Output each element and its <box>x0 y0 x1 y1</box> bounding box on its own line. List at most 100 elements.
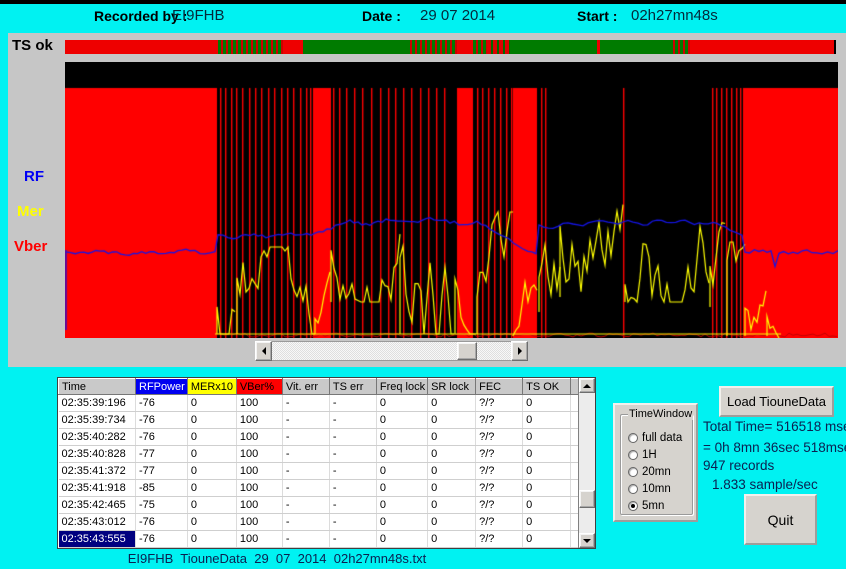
table-cell[interactable]: ?/? <box>476 429 523 446</box>
table-cell[interactable]: - <box>282 446 329 463</box>
chart-scrollbar-track[interactable] <box>255 341 528 361</box>
table-cell[interactable]: 0 <box>376 463 427 480</box>
table-cell[interactable]: 0 <box>428 514 476 531</box>
table-cell[interactable]: 0 <box>376 480 427 497</box>
table-cell[interactable]: -76 <box>136 514 188 531</box>
table-cell[interactable]: 0 <box>187 514 236 531</box>
radio-full-data[interactable]: full data <box>628 431 682 445</box>
table-cell[interactable]: ?/? <box>476 480 523 497</box>
table-cell[interactable]: ?/? <box>476 412 523 429</box>
table-cell[interactable]: 0 <box>428 446 476 463</box>
table-cell[interactable]: 0 <box>523 446 571 463</box>
chart-scroll-left-button[interactable] <box>255 341 272 361</box>
quit-button[interactable]: Quit <box>744 494 817 545</box>
table-cell[interactable]: 100 <box>236 395 282 412</box>
chart-horizontal-scrollbar[interactable] <box>255 341 528 361</box>
table-cell[interactable]: 0 <box>428 395 476 412</box>
column-header-time[interactable]: Time <box>59 379 136 395</box>
table-cell[interactable]: - <box>282 497 329 514</box>
table-cell[interactable]: 0 <box>428 429 476 446</box>
table-cell[interactable]: - <box>282 412 329 429</box>
table-cell[interactable]: - <box>329 463 376 480</box>
table-cell[interactable]: - <box>329 497 376 514</box>
column-header-fec[interactable]: FEC <box>476 379 523 395</box>
table-cell[interactable]: 0 <box>376 412 427 429</box>
table-cell[interactable]: ?/? <box>476 395 523 412</box>
table-cell[interactable]: 0 <box>376 514 427 531</box>
table-row[interactable]: 02:35:41:372-770100--00?/?0 <box>59 463 592 480</box>
radio-button-icon[interactable] <box>628 450 638 460</box>
table-cell[interactable]: - <box>282 463 329 480</box>
table-cell[interactable]: - <box>282 480 329 497</box>
table-cell[interactable]: - <box>329 429 376 446</box>
radio-5mn[interactable]: 5mn <box>628 499 664 513</box>
table-cell[interactable]: 0 <box>428 480 476 497</box>
table-cell[interactable]: 0 <box>523 497 571 514</box>
column-header-ts-ok[interactable]: TS OK <box>523 379 571 395</box>
table-cell[interactable]: 02:35:41:918 <box>59 480 136 497</box>
table-cell[interactable]: 0 <box>187 480 236 497</box>
table-row[interactable]: 02:35:40:828-770100--00?/?0 <box>59 446 592 463</box>
table-cell[interactable]: 0 <box>376 531 427 548</box>
table-cell[interactable]: 0 <box>376 395 427 412</box>
table-cell[interactable]: 0 <box>187 497 236 514</box>
table-row[interactable]: 02:35:43:012-760100--00?/?0 <box>59 514 592 531</box>
column-header-sr-lock[interactable]: SR lock <box>428 379 476 395</box>
table-cell[interactable]: 02:35:43:555 <box>59 531 136 548</box>
table-cell[interactable]: - <box>329 446 376 463</box>
table-cell[interactable]: 02:35:39:734 <box>59 412 136 429</box>
table-cell[interactable]: -75 <box>136 497 188 514</box>
table-cell[interactable]: - <box>282 429 329 446</box>
table-cell[interactable]: 100 <box>236 480 282 497</box>
column-header-ts-err[interactable]: TS err <box>329 379 376 395</box>
radio-button-icon[interactable] <box>628 433 638 443</box>
radio-20mn[interactable]: 20mn <box>628 465 671 479</box>
table-row[interactable]: 02:35:40:282-760100--00?/?0 <box>59 429 592 446</box>
table-cell[interactable]: 0 <box>523 429 571 446</box>
table-scroll-up-button[interactable] <box>579 378 595 393</box>
table-scroll-down-button[interactable] <box>579 533 595 548</box>
table-cell[interactable]: -76 <box>136 412 188 429</box>
table-cell[interactable]: ?/? <box>476 514 523 531</box>
table-scrollbar-thumb[interactable] <box>579 490 595 508</box>
radio-10mn[interactable]: 10mn <box>628 482 671 496</box>
table-cell[interactable]: 0 <box>523 463 571 480</box>
table-cell[interactable]: 100 <box>236 497 282 514</box>
table-cell[interactable]: 02:35:43:012 <box>59 514 136 531</box>
column-header-freq-lock[interactable]: Freq lock <box>376 379 427 395</box>
table-cell[interactable]: 02:35:41:372 <box>59 463 136 480</box>
table-cell[interactable]: 0 <box>187 412 236 429</box>
table-cell[interactable]: ?/? <box>476 497 523 514</box>
table-cell[interactable]: 0 <box>376 497 427 514</box>
table-cell[interactable]: 02:35:40:282 <box>59 429 136 446</box>
radio-button-icon[interactable] <box>628 484 638 494</box>
table-cell[interactable]: 02:35:40:828 <box>59 446 136 463</box>
table-cell[interactable]: 0 <box>376 429 427 446</box>
radio-button-icon[interactable] <box>628 501 638 511</box>
table-vertical-scrollbar[interactable] <box>578 378 595 548</box>
table-cell[interactable]: 0 <box>187 395 236 412</box>
table-cell[interactable]: ?/? <box>476 446 523 463</box>
radio-button-icon[interactable] <box>628 467 638 477</box>
column-header-merx10[interactable]: MERx10 <box>187 379 236 395</box>
table-cell[interactable]: 100 <box>236 463 282 480</box>
radio-1h[interactable]: 1H <box>628 448 657 462</box>
table-cell[interactable]: - <box>329 531 376 548</box>
column-header-rfpower[interactable]: RFPower <box>136 379 188 395</box>
table-cell[interactable]: 100 <box>236 514 282 531</box>
table-cell[interactable]: 0 <box>428 412 476 429</box>
table-cell[interactable]: 0 <box>428 497 476 514</box>
table-cell[interactable]: 0 <box>523 395 571 412</box>
chart-scroll-right-button[interactable] <box>511 341 528 361</box>
table-cell[interactable]: 0 <box>523 480 571 497</box>
table-cell[interactable]: - <box>329 395 376 412</box>
table-cell[interactable]: -85 <box>136 480 188 497</box>
table-cell[interactable]: 100 <box>236 412 282 429</box>
table-row[interactable]: 02:35:43:555-760100--00?/?0 <box>59 531 592 548</box>
table-cell[interactable]: - <box>282 514 329 531</box>
table-cell[interactable]: 0 <box>428 531 476 548</box>
table-cell[interactable]: - <box>282 395 329 412</box>
table-cell[interactable]: -77 <box>136 463 188 480</box>
column-header-vber-[interactable]: VBer% <box>236 379 282 395</box>
table-row[interactable]: 02:35:39:196-760100--00?/?0 <box>59 395 592 412</box>
